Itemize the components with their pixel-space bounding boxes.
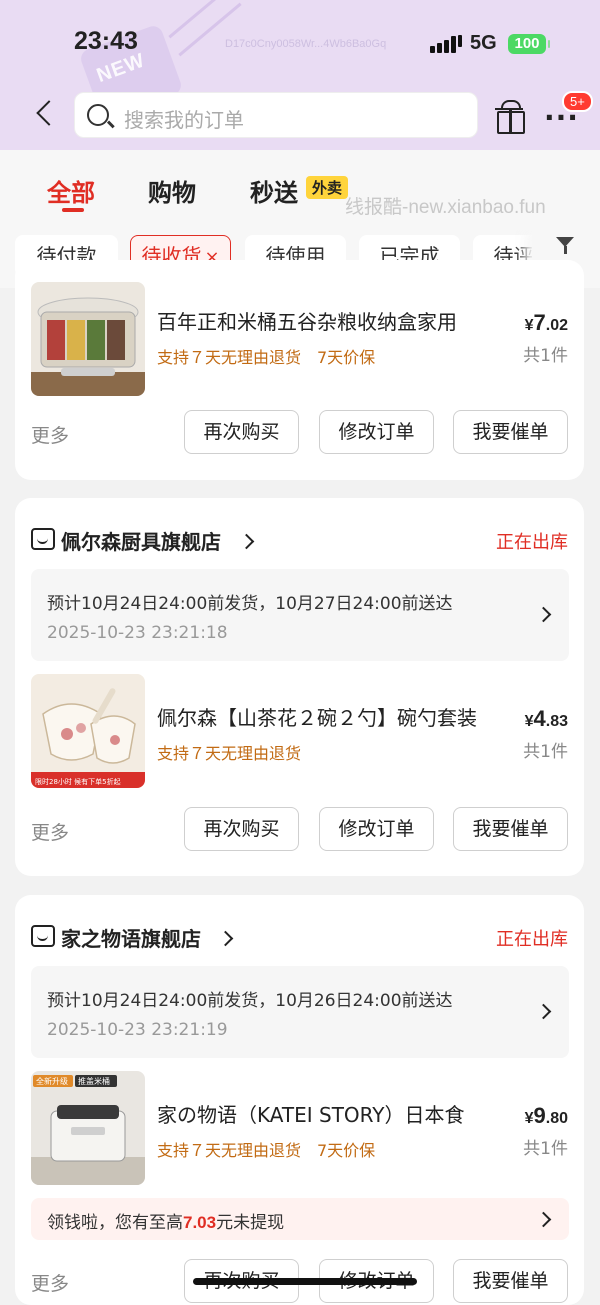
cash-reward-banner[interactable]: 领钱啦，您有至高7.03元未提现 <box>31 1198 569 1240</box>
chevron-right-icon <box>535 606 552 623</box>
chevron-right-icon <box>535 1003 552 1020</box>
more-link[interactable]: 更多 <box>31 1269 69 1296</box>
buy-again-button[interactable]: 再次购买 <box>184 410 299 454</box>
funnel-icon <box>556 237 574 254</box>
search-icon <box>87 104 109 126</box>
product-thumbnail[interactable]: 全新升级 推盖米桶 <box>31 1071 145 1185</box>
delivery-estimate: 预计10月24日24:00前发货，10月27日24:00前送达 <box>47 594 453 614</box>
store-name[interactable]: 家之物语旗舰店 <box>61 923 201 952</box>
notification-badge: 5+ <box>562 91 593 112</box>
tab-instant-delivery[interactable]: 秒送 <box>250 173 298 208</box>
order-type-tabs: 全部 购物 秒送 外卖 线报酷-new.xianbao.fun <box>0 150 600 230</box>
price: ¥7.02 <box>524 310 568 335</box>
active-tab-indicator <box>62 208 84 212</box>
quantity: 共1件 <box>523 742 568 762</box>
cash-reward-text: 领钱啦，您有至高7.03元未提现 <box>47 1213 285 1233</box>
more-link[interactable]: 更多 <box>31 818 69 845</box>
order-card: 佩尔森厨具旗舰店 正在出库 预计10月24日24:00前发货，10月27日24:… <box>15 498 584 876</box>
delivery-timestamp: 2025-10-23 23:21:18 <box>47 623 228 643</box>
service-tags: 支持７天无理由退货 7天价保 <box>157 348 376 367</box>
chevron-right-icon <box>238 533 255 550</box>
chevron-right-icon <box>535 1211 552 1228</box>
product-title[interactable]: 百年正和米桶五谷杂粮收纳盒家用 <box>157 306 497 335</box>
search-input[interactable]: 搜索我的订单 <box>74 92 478 138</box>
order-card: 百年正和米桶五谷杂粮收纳盒家用 支持７天无理由退货 7天价保 ¥7.02 共1件… <box>15 260 584 480</box>
order-card: 家之物语旗舰店 正在出库 预计10月24日24:00前发货，10月26日24:0… <box>15 895 584 1305</box>
faint-id-text: D17c0Cny0058Wr...4Wb6Ba0Gq <box>225 38 387 50</box>
product-title[interactable]: 家の物语（KATEI STORY）日本食 <box>157 1099 497 1128</box>
delivery-info[interactable]: 预计10月24日24:00前发货，10月26日24:00前送达 2025-10-… <box>31 966 569 1058</box>
store-icon <box>31 528 55 550</box>
quantity: 共1件 <box>523 346 568 366</box>
tab-all[interactable]: 全部 <box>47 173 95 208</box>
buy-again-button[interactable]: 再次购买 <box>184 807 299 851</box>
price: ¥9.80 <box>524 1103 568 1128</box>
service-tags: 支持７天无理由退货 <box>157 744 302 763</box>
svg-text:推盖米桶: 推盖米桶 <box>78 1076 110 1086</box>
product-title[interactable]: 佩尔森【山茶花２碗２勺】碗勺套装 <box>157 702 497 731</box>
home-indicator[interactable] <box>193 1278 417 1285</box>
chevron-right-icon <box>217 930 234 947</box>
battery-icon: 100 <box>508 34 550 54</box>
more-menu-icon[interactable]: ··· <box>544 104 579 132</box>
network-type: 5G <box>470 32 497 54</box>
delivery-timestamp: 2025-10-23 23:21:19 <box>47 1020 228 1040</box>
quantity: 共1件 <box>523 1139 568 1159</box>
order-status: 正在出库 <box>496 532 568 553</box>
modify-order-button[interactable]: 修改订单 <box>319 410 434 454</box>
status-time: 23:43 <box>74 27 138 55</box>
urge-order-button[interactable]: 我要催单 <box>453 1259 568 1303</box>
header: NEW 23:43 D17c0Cny0058Wr...4Wb6Ba0Gq 5G … <box>0 0 600 150</box>
back-button[interactable] <box>30 98 60 134</box>
store-icon <box>31 925 55 947</box>
service-tags: 支持７天无理由退货 7天价保 <box>157 1141 376 1160</box>
battery-level: 100 <box>514 35 540 52</box>
more-link[interactable]: 更多 <box>31 421 69 448</box>
watermark: 线报酷-new.xianbao.fun <box>345 197 546 218</box>
order-status: 正在出库 <box>496 929 568 950</box>
svg-text:限时28小时 候有下单5折起: 限时28小时 候有下单5折起 <box>35 777 121 786</box>
signal-icon <box>430 35 462 53</box>
delivery-info[interactable]: 预计10月24日24:00前发货，10月27日24:00前送达 2025-10-… <box>31 569 569 661</box>
delivery-estimate: 预计10月24日24:00前发货，10月26日24:00前送达 <box>47 991 453 1011</box>
search-placeholder: 搜索我的订单 <box>124 108 244 132</box>
tab-shopping[interactable]: 购物 <box>148 173 196 208</box>
store-name[interactable]: 佩尔森厨具旗舰店 <box>61 526 221 555</box>
modify-order-button[interactable]: 修改订单 <box>319 807 434 851</box>
urge-order-button[interactable]: 我要催单 <box>453 807 568 851</box>
price: ¥4.83 <box>524 706 568 731</box>
urge-order-button[interactable]: 我要催单 <box>453 410 568 454</box>
gift-icon[interactable] <box>495 100 525 134</box>
takeout-badge: 外卖 <box>306 176 349 199</box>
svg-text:全新升级: 全新升级 <box>36 1076 68 1086</box>
product-thumbnail[interactable] <box>31 282 145 396</box>
product-thumbnail[interactable]: 限时28小时 候有下单5折起 <box>31 674 145 788</box>
